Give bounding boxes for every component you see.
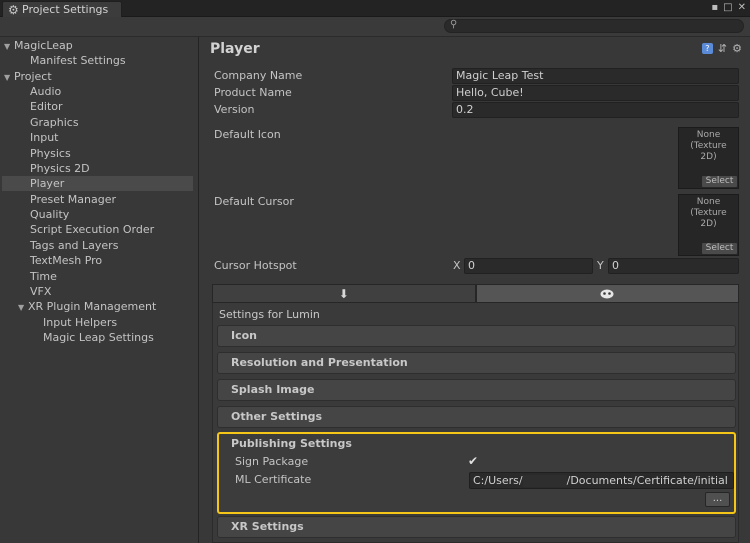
sidebar-item-magicleap[interactable]: ▼ MagicLeap (4, 38, 73, 53)
section-publishing-settings: Publishing Settings Sign Package ✔ ML Ce… (217, 432, 736, 514)
hotspot-x-label: X (453, 259, 461, 272)
version-label: Version (214, 103, 255, 116)
default-cursor-slot[interactable]: None (Texture 2D) Select (678, 194, 739, 256)
texture-placeholder: None (Texture 2D) (690, 197, 727, 229)
sidebar-item-vfx[interactable]: VFX (30, 284, 51, 299)
select-button[interactable]: Select (702, 176, 737, 187)
magic-leap-icon (600, 289, 614, 299)
hotspot-x-field[interactable]: 0 (464, 258, 593, 274)
toolbar: ⚲ (0, 17, 750, 37)
section-title: Splash Image (231, 383, 315, 396)
inspector-panel: Player ? ⇵ ⚙ Company Name Magic Leap Tes… (200, 37, 750, 543)
sidebar-item-manifest-settings[interactable]: Manifest Settings (30, 53, 126, 68)
section-title[interactable]: Publishing Settings (231, 437, 352, 450)
title-bar: ⚙ Project Settings ▪ □ ✕ (0, 0, 750, 17)
sign-package-checkbox[interactable]: ✔ (468, 455, 481, 468)
header-icons: ? ⇵ ⚙ (701, 43, 742, 54)
sidebar-item-editor[interactable]: Editor (30, 99, 63, 114)
select-button[interactable]: Select (702, 243, 737, 254)
sidebar-item-input-helpers[interactable]: Input Helpers (43, 315, 117, 330)
section-title: Icon (231, 329, 258, 342)
sidebar-item-graphics[interactable]: Graphics (30, 115, 79, 130)
ml-certificate-field[interactable]: C:/Users//Documents/Certificate/initial (469, 472, 734, 489)
default-cursor-label: Default Cursor (214, 195, 294, 208)
browse-button[interactable]: ... (705, 492, 730, 507)
expand-arrow-icon[interactable]: ▼ (4, 70, 14, 85)
tab-lumin[interactable] (475, 284, 739, 303)
settings-icon[interactable]: ⚙ (732, 43, 742, 54)
maximize-icon[interactable]: □ (723, 1, 732, 15)
version-field[interactable]: 0.2 (452, 102, 739, 118)
sidebar-item-physics-2d[interactable]: Physics 2D (30, 161, 90, 176)
platform-settings-panel: Settings for Lumin Icon Resolution and P… (212, 303, 739, 543)
company-name-field[interactable]: Magic Leap Test (452, 68, 739, 84)
sidebar-item-xr-plugin-management[interactable]: ▼ XR Plugin Management (18, 299, 156, 314)
section-title: Resolution and Presentation (231, 356, 408, 369)
sidebar-item-preset-manager[interactable]: Preset Manager (30, 192, 116, 207)
settings-for-label: Settings for Lumin (219, 308, 320, 321)
sign-package-label: Sign Package (235, 455, 309, 468)
sidebar-item-textmesh-pro[interactable]: TextMesh Pro (30, 253, 102, 268)
sidebar-item-project[interactable]: ▼ Project (4, 69, 52, 84)
company-name-label: Company Name (214, 69, 303, 82)
menu-icon[interactable]: ▪ (711, 1, 718, 15)
tab-standalone[interactable]: ⬇ (212, 284, 476, 303)
sidebar-item-script-execution-order[interactable]: Script Execution Order (30, 222, 154, 237)
sidebar: ▼ MagicLeap Manifest Settings ▼ Project Au… (0, 37, 199, 543)
sidebar-item-time[interactable]: Time (30, 269, 57, 284)
window-tab[interactable]: ⚙ Project Settings (2, 1, 122, 17)
section-xr-settings[interactable]: XR Settings (217, 516, 736, 538)
texture-placeholder: None (Texture 2D) (690, 130, 727, 162)
product-name-label: Product Name (214, 86, 292, 99)
download-icon: ⬇ (338, 286, 349, 301)
page-title: Player (210, 41, 260, 57)
section-title: XR Settings (231, 520, 304, 533)
section-resolution[interactable]: Resolution and Presentation (217, 352, 736, 374)
section-icon[interactable]: Icon (217, 325, 736, 347)
sidebar-item-tags-and-layers[interactable]: Tags and Layers (30, 238, 118, 253)
gear-icon: ⚙ (8, 3, 19, 17)
hotspot-y-field[interactable]: 0 (608, 258, 739, 274)
section-title: Other Settings (231, 410, 323, 423)
window-controls: ▪ □ ✕ (711, 0, 746, 16)
search-icon: ⚲ (450, 19, 458, 30)
sidebar-item-input[interactable]: Input (30, 130, 58, 145)
section-splash-image[interactable]: Splash Image (217, 379, 736, 401)
sidebar-item-audio[interactable]: Audio (30, 84, 61, 99)
ml-certificate-label: ML Certificate (235, 473, 312, 486)
preset-icon[interactable]: ⇵ (718, 43, 727, 54)
sidebar-item-player[interactable]: Player (2, 176, 193, 191)
hotspot-y-label: Y (597, 259, 604, 272)
window-title: Project Settings (22, 3, 109, 16)
default-icon-label: Default Icon (214, 128, 281, 141)
platform-tabs: ⬇ (212, 284, 739, 303)
expand-arrow-icon[interactable]: ▼ (4, 39, 14, 54)
redacted-username (522, 475, 567, 487)
cursor-hotspot-label: Cursor Hotspot (214, 259, 297, 272)
section-other-settings[interactable]: Other Settings (217, 406, 736, 428)
sidebar-item-magic-leap-settings[interactable]: Magic Leap Settings (43, 330, 154, 345)
product-name-field[interactable]: Hello, Cube! (452, 85, 739, 101)
sidebar-item-quality[interactable]: Quality (30, 207, 69, 222)
help-book-icon[interactable]: ? (701, 43, 713, 54)
sidebar-item-physics[interactable]: Physics (30, 146, 71, 161)
default-icon-slot[interactable]: None (Texture 2D) Select (678, 127, 739, 189)
expand-arrow-icon[interactable]: ▼ (18, 300, 28, 315)
close-icon[interactable]: ✕ (738, 1, 746, 15)
search-input[interactable]: ⚲ (444, 19, 744, 33)
